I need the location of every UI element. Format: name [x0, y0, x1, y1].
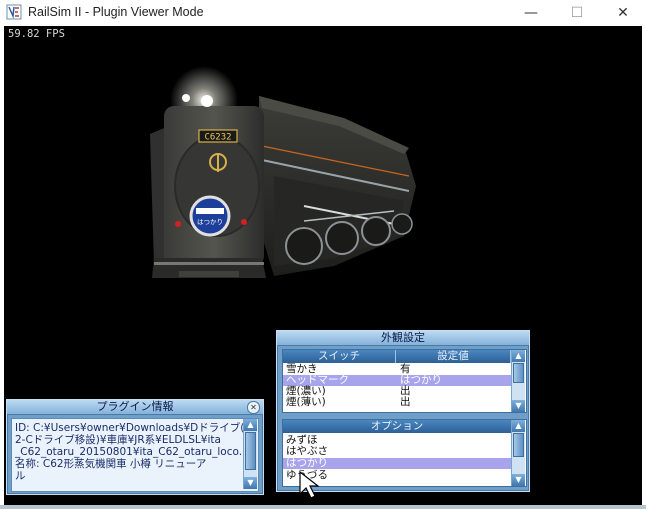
window-title: RailSim II - Plugin Viewer Mode [28, 5, 204, 19]
close-button[interactable]: ✕ [600, 0, 646, 26]
options-header: オプション [283, 420, 511, 433]
plugin-info-panel: プラグイン情報 ✕ ID: C:¥Users¥owner¥Downloads¥D… [6, 399, 264, 495]
scroll-up-icon[interactable]: ▲ [244, 419, 257, 431]
maximize-button[interactable]: ☐ [554, 0, 600, 26]
plugin-info-line: ID: C:¥Users¥owner¥Downloads¥Dドライブ( [15, 422, 243, 434]
switch-row[interactable]: 煙(薄い) 出 [283, 397, 511, 408]
scroll-up-icon[interactable]: ▲ [512, 350, 525, 362]
plugin-info-line: ル [15, 470, 26, 482]
switch-value: 出 [400, 396, 411, 408]
options-list-scrollbar[interactable]: ▲ ▼ [511, 420, 525, 486]
scroll-up-icon[interactable]: ▲ [512, 420, 525, 432]
title-bar: RailSim II - Plugin Viewer Mode — ☐ ✕ [0, 0, 646, 26]
plugin-info-scrollbar[interactable]: ▲ ▼ [243, 419, 257, 489]
plugin-info-title: プラグイン情報 [7, 400, 263, 415]
scroll-down-icon[interactable]: ▼ [244, 477, 257, 489]
plugin-info-line: 名称: C62形蒸気機関車 小樽 リニューア [15, 458, 207, 470]
number-plate-text: C6232 [204, 133, 231, 143]
minimize-button[interactable]: — [508, 0, 554, 26]
plugin-info-line: _C62_otaru_20150801¥ita_C62_otaru_loco.r [15, 446, 243, 458]
railsim-app-icon [6, 4, 22, 20]
scroll-down-icon[interactable]: ▼ [512, 400, 525, 412]
appearance-settings-panel: 外観設定 スイッチ 設定値 雪かき 有 ヘッドマーク はつかり 煙(濃い) 出 … [276, 330, 530, 492]
mouse-cursor-icon [299, 470, 320, 499]
option-item[interactable]: はやぶさ [283, 446, 514, 457]
scroll-thumb[interactable] [513, 363, 524, 383]
switch-name: 煙(薄い) [286, 396, 326, 408]
plugin-info-text: ID: C:¥Users¥owner¥Downloads¥Dドライブ( 2-Cド… [15, 422, 243, 482]
close-icon[interactable]: ✕ [247, 401, 260, 414]
viewer-viewport[interactable]: 59.82 FPS C6232 はつかり プラグイン情報 ✕ ID: C:¥Us… [4, 26, 642, 505]
column-header-switch[interactable]: スイッチ [283, 350, 396, 363]
scroll-down-icon[interactable]: ▼ [512, 474, 525, 486]
appearance-settings-title: 外観設定 [277, 331, 529, 346]
scroll-thumb[interactable] [245, 432, 256, 470]
plugin-info-line: 2-Cドライブ移設)¥車庫¥JR系¥ELDLSL¥ita [15, 434, 221, 446]
headboard-text: はつかり [197, 218, 223, 226]
switch-list-scrollbar[interactable]: ▲ ▼ [511, 350, 525, 412]
bottom-strip [0, 505, 646, 509]
option-item-selected[interactable]: はつかり [283, 458, 514, 469]
switch-list[interactable]: スイッチ 設定値 雪かき 有 ヘッドマーク はつかり 煙(濃い) 出 煙(薄い)… [282, 349, 527, 413]
column-header-value[interactable]: 設定値 [396, 350, 511, 363]
scroll-thumb[interactable] [513, 433, 524, 457]
